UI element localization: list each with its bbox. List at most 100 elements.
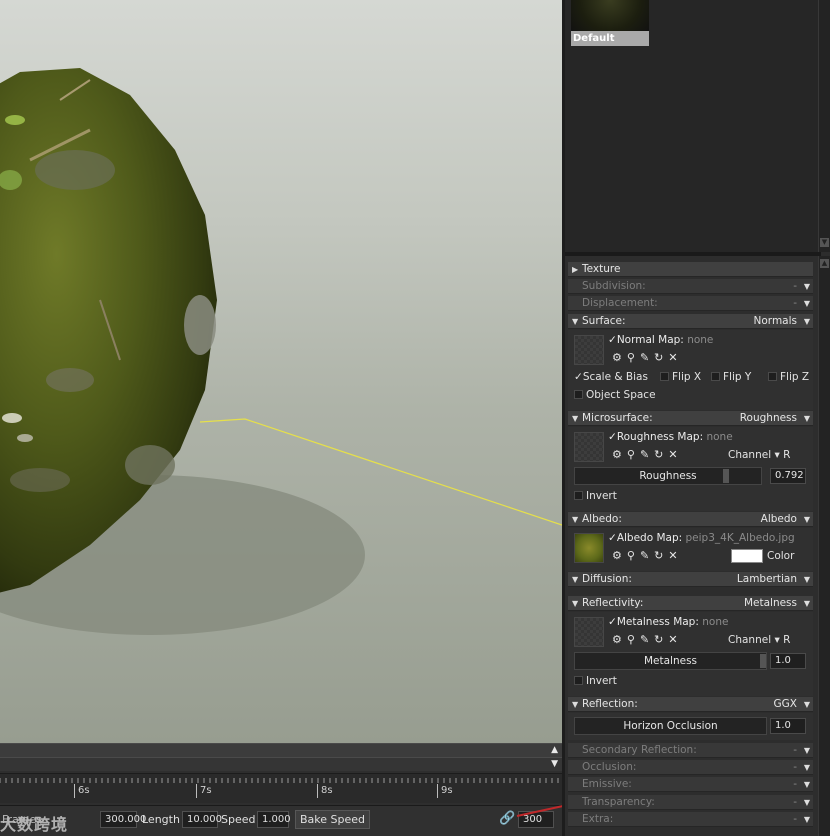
- speed-field[interactable]: 1.000: [257, 811, 291, 828]
- scroll-down-icon[interactable]: ▼: [820, 238, 829, 247]
- collapse-down-icon[interactable]: ▼: [551, 758, 558, 770]
- refresh-icon[interactable]: ↻: [654, 633, 668, 646]
- checkbox-label: Scale & Bias: [582, 371, 648, 383]
- length-field[interactable]: 10.000: [182, 811, 222, 828]
- bake-speed-button[interactable]: Bake Speed: [295, 810, 370, 829]
- albedo-color-swatch[interactable]: [731, 549, 763, 563]
- horizon-occlusion-value-field[interactable]: 1.0: [770, 718, 806, 734]
- section-label: Occlusion:: [582, 761, 637, 773]
- close-icon[interactable]: ✕: [668, 549, 682, 562]
- section-albedo[interactable]: ▼ Albedo: Albedo ▼: [568, 512, 813, 527]
- metalness-slider[interactable]: Metalness: [574, 652, 767, 670]
- close-icon[interactable]: ✕: [668, 448, 682, 461]
- search-icon[interactable]: ⚲: [627, 448, 640, 461]
- eyedropper-icon[interactable]: ✎: [640, 633, 654, 646]
- dropdown-icon[interactable]: ▼: [804, 512, 810, 527]
- dropdown-icon[interactable]: ▼: [804, 812, 810, 827]
- channel-select[interactable]: Channel ▾ R: [728, 634, 790, 646]
- dropdown-icon[interactable]: ▼: [804, 572, 810, 587]
- section-mode: -: [793, 744, 797, 756]
- close-icon[interactable]: ✕: [668, 351, 682, 364]
- scroll-up-icon[interactable]: ▲: [820, 259, 829, 268]
- section-emissive[interactable]: Emissive: - ▼: [568, 777, 813, 792]
- dropdown-icon[interactable]: ▼: [804, 314, 810, 329]
- gear-icon[interactable]: ⚙: [612, 633, 627, 646]
- normal-map-slot[interactable]: [574, 335, 604, 365]
- section-reflection[interactable]: ▼ Reflection: GGX ▼: [568, 697, 813, 712]
- material-thumbnail[interactable]: [571, 0, 649, 32]
- close-icon[interactable]: ✕: [668, 633, 682, 646]
- dropdown-icon[interactable]: ▼: [804, 743, 810, 758]
- roughness-slider[interactable]: Roughness: [574, 467, 762, 485]
- refresh-icon[interactable]: ↻: [654, 448, 668, 461]
- section-mode: Lambertian: [736, 573, 797, 585]
- gear-icon[interactable]: ⚙: [612, 351, 627, 364]
- section-label: Diffusion:: [582, 573, 632, 585]
- gear-icon[interactable]: ⚙: [612, 448, 627, 461]
- tick-label: 9s: [437, 784, 453, 798]
- albedo-map-slot[interactable]: [574, 533, 604, 563]
- section-occlusion[interactable]: Occlusion: - ▼: [568, 760, 813, 775]
- dropdown-icon[interactable]: ▼: [804, 296, 810, 311]
- dropdown-icon[interactable]: ▼: [804, 760, 810, 775]
- gear-icon[interactable]: ⚙: [612, 549, 627, 562]
- section-surface[interactable]: ▼ Surface: Normals ▼: [568, 314, 813, 329]
- timeline-panel: ▲ ▼ 6s 7s 8s 9s 大数跨境 Frames 300.000 Leng…: [0, 743, 571, 836]
- roughness-map-slot[interactable]: [574, 432, 604, 462]
- flip-x-checkbox[interactable]: Flip X: [660, 371, 701, 383]
- material-panel: Default ▼ ▲ ▶ Texture Subdivision: - ▼ Dis…: [562, 0, 830, 836]
- section-mode: -: [793, 280, 797, 292]
- section-secondary-reflection[interactable]: Secondary Reflection: - ▼: [568, 743, 813, 758]
- flip-y-checkbox[interactable]: Flip Y: [711, 371, 751, 383]
- scale-bias-checkbox[interactable]: ✓Scale & Bias: [574, 371, 648, 383]
- properties-scrollbar[interactable]: ▲: [818, 256, 830, 836]
- flip-z-checkbox[interactable]: Flip Z: [768, 371, 809, 383]
- length-label: Length: [142, 813, 180, 826]
- section-microsurface[interactable]: ▼ Microsurface: Roughness ▼: [568, 411, 813, 426]
- object-space-checkbox[interactable]: Object Space: [574, 389, 656, 401]
- refresh-icon[interactable]: ↻: [654, 549, 668, 562]
- eyedropper-icon[interactable]: ✎: [640, 448, 654, 461]
- collapse-up-icon[interactable]: ▲: [551, 744, 558, 756]
- refresh-icon[interactable]: ↻: [654, 351, 668, 364]
- horizon-occlusion-slider[interactable]: Horizon Occlusion: [574, 717, 767, 735]
- frames-field[interactable]: 300.000: [100, 811, 146, 828]
- section-transparency[interactable]: Transparency: - ▼: [568, 795, 813, 810]
- search-icon[interactable]: ⚲: [627, 549, 640, 562]
- panel-divider[interactable]: [565, 252, 821, 256]
- section-displacement[interactable]: Displacement: - ▼: [568, 296, 813, 311]
- albedo-map-title: ✓Albedo Map: peip3_4K_Albedo.jpg: [608, 532, 795, 544]
- search-icon[interactable]: ⚲: [627, 351, 640, 364]
- section-reflectivity[interactable]: ▼ Reflectivity: Metalness ▼: [568, 596, 813, 611]
- timeline-ruler[interactable]: 6s 7s 8s 9s: [0, 773, 562, 803]
- preview-scrollbar[interactable]: ▼: [818, 0, 830, 252]
- section-mode: Metalness: [743, 597, 797, 609]
- channel-select[interactable]: Channel ▾ R: [728, 449, 790, 461]
- slider-knob[interactable]: [723, 469, 729, 483]
- dropdown-icon[interactable]: ▼: [804, 279, 810, 294]
- section-diffusion[interactable]: ▼ Diffusion: Lambertian ▼: [568, 572, 813, 587]
- dropdown-icon[interactable]: ▼: [804, 795, 810, 810]
- slider-knob[interactable]: [760, 654, 766, 668]
- section-texture[interactable]: ▶ Texture: [568, 262, 813, 277]
- dropdown-icon[interactable]: ▼: [804, 777, 810, 792]
- link-icon[interactable]: 🔗: [499, 811, 515, 826]
- slider-label: Metalness: [643, 655, 698, 667]
- section-subdivision[interactable]: Subdivision: - ▼: [568, 279, 813, 294]
- section-extra[interactable]: Extra: - ▼: [568, 812, 813, 827]
- metalness-map-slot[interactable]: [574, 617, 604, 647]
- search-icon[interactable]: ⚲: [627, 633, 640, 646]
- eyedropper-icon[interactable]: ✎: [640, 351, 654, 364]
- eyedropper-icon[interactable]: ✎: [640, 549, 654, 562]
- invert-checkbox[interactable]: Invert: [574, 675, 617, 687]
- material-label[interactable]: Default: [571, 31, 649, 46]
- invert-checkbox[interactable]: Invert: [574, 490, 617, 502]
- section-label: Secondary Reflection:: [582, 744, 697, 756]
- roughness-value-field[interactable]: 0.792: [770, 468, 806, 484]
- metalness-value-field[interactable]: 1.0: [770, 653, 806, 669]
- dropdown-icon[interactable]: ▼: [804, 596, 810, 611]
- 3d-viewport[interactable]: [0, 0, 562, 743]
- dropdown-icon[interactable]: ▼: [804, 411, 810, 426]
- dropdown-icon[interactable]: ▼: [804, 697, 810, 712]
- map-value: none: [706, 431, 733, 443]
